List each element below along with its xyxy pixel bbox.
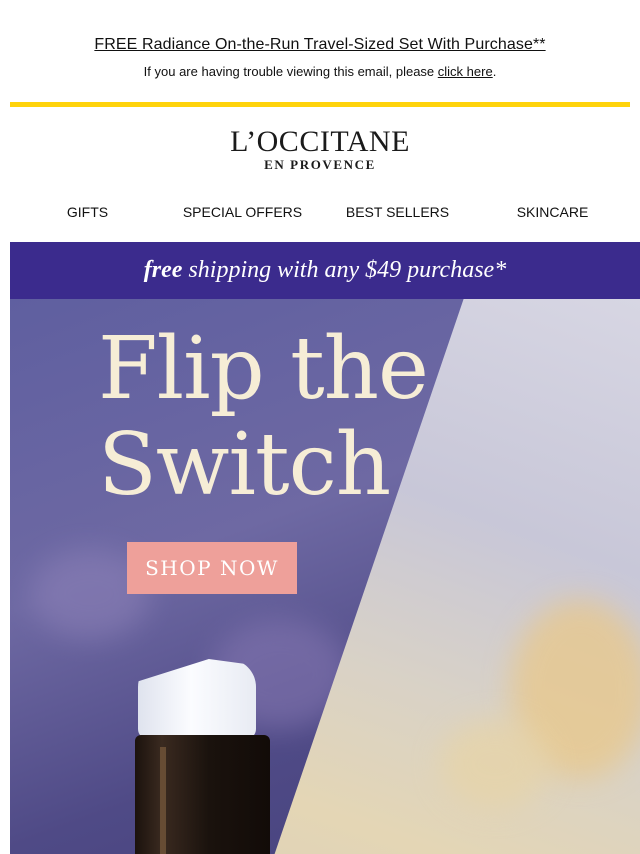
- trouble-viewing-text: If you are having trouble viewing this e…: [0, 64, 640, 79]
- hero-title-line2: Switch: [98, 415, 391, 515]
- serum-bottle-pump: [138, 659, 256, 739]
- trouble-suffix: .: [492, 64, 497, 79]
- serum-bottle-highlight: [160, 747, 166, 854]
- hero-banner[interactable]: Flip the Switch SHOP NOW: [10, 299, 640, 854]
- logo-wordmark: L’OCCITANE: [230, 125, 410, 158]
- brand-logo[interactable]: L’OCCITANE EN PROVENCE: [0, 126, 640, 172]
- nav-item-gifts[interactable]: GIFTS: [10, 204, 165, 220]
- promo-link[interactable]: FREE Radiance On-the-Run Travel-Sized Se…: [94, 36, 545, 54]
- hero-bokeh: [440, 719, 550, 809]
- main-nav: GIFTS SPECIAL OFFERS BEST SELLERS SKINCA…: [10, 204, 630, 220]
- shipping-text: shipping with any $49 purchase*: [182, 257, 507, 283]
- shop-now-button[interactable]: SHOP NOW: [127, 542, 297, 594]
- nav-item-special-offers[interactable]: SPECIAL OFFERS: [165, 204, 320, 220]
- free-shipping-banner[interactable]: free shipping with any $49 purchase*: [10, 242, 640, 299]
- logo-subtitle: EN PROVENCE: [264, 157, 376, 172]
- shipping-free-word: free: [143, 257, 183, 283]
- click-here-link[interactable]: click here: [438, 64, 493, 79]
- preheader: FREE Radiance On-the-Run Travel-Sized Se…: [0, 0, 640, 100]
- serum-bottle: [135, 735, 270, 854]
- hero-title: Flip the Switch: [98, 319, 429, 515]
- trouble-prefix: If you are having trouble viewing this e…: [143, 64, 438, 79]
- yellow-divider: [10, 102, 630, 107]
- hero-title-line1: Flip the: [98, 319, 429, 419]
- nav-item-skincare[interactable]: SKINCARE: [475, 204, 630, 220]
- nav-item-best-sellers[interactable]: BEST SELLERS: [320, 204, 475, 220]
